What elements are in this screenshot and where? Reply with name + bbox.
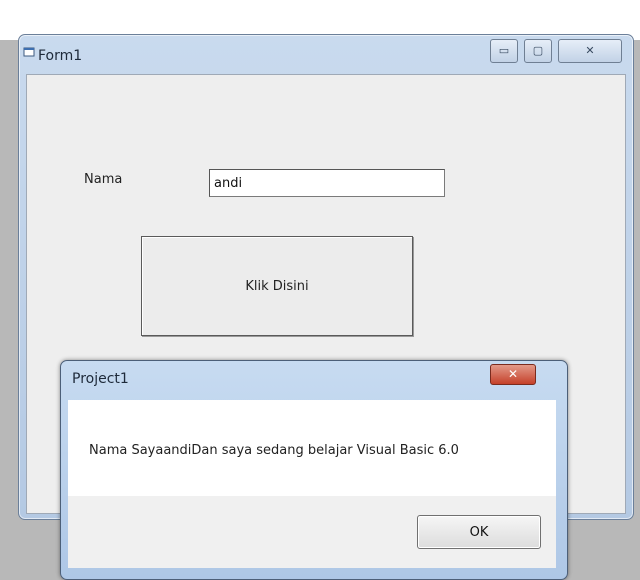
close-icon: ✕ bbox=[585, 44, 595, 57]
maximize-button[interactable]: ▢ bbox=[524, 39, 552, 63]
maximize-icon: ▢ bbox=[532, 44, 544, 57]
form-window-title: Form1 bbox=[38, 48, 83, 64]
minimize-button[interactable]: ▭ bbox=[490, 39, 518, 63]
name-input[interactable] bbox=[209, 169, 445, 197]
form-close-button[interactable]: ✕ bbox=[558, 39, 622, 63]
dialog-message: Nama SayaandiDan saya sedang belajar Vis… bbox=[89, 443, 459, 458]
form-window-icon bbox=[23, 47, 35, 57]
close-icon: ✕ bbox=[507, 367, 519, 381]
dialog-close-button[interactable]: ✕ bbox=[490, 364, 536, 385]
minimize-icon: ▭ bbox=[498, 44, 510, 57]
dialog-title: Project1 bbox=[72, 371, 129, 387]
klik-disini-label: Klik Disini bbox=[245, 278, 309, 294]
ok-label: OK bbox=[469, 524, 489, 540]
ok-button[interactable]: OK bbox=[417, 515, 541, 549]
name-label: Nama bbox=[84, 172, 123, 187]
klik-disini-button[interactable]: Klik Disini bbox=[141, 236, 413, 336]
